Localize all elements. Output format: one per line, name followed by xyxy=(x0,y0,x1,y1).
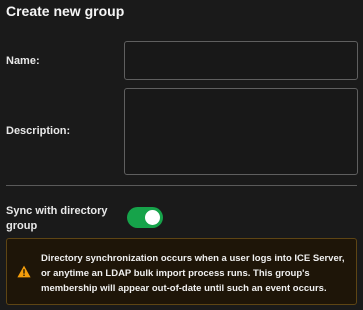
description-label: Description: xyxy=(6,125,71,137)
page-title: Create new group xyxy=(6,3,125,19)
warning-alert: Directory synchronization occurs when a … xyxy=(6,238,357,305)
divider xyxy=(6,185,357,186)
sync-directory-label: Sync with directory group xyxy=(6,205,108,232)
toggle-knob xyxy=(145,210,160,225)
name-label: Name: xyxy=(6,55,40,67)
description-input[interactable] xyxy=(124,88,358,175)
name-input[interactable] xyxy=(124,41,358,80)
warning-icon xyxy=(17,265,31,278)
alert-message: Directory synchronization occurs when a … xyxy=(41,253,345,294)
sync-directory-toggle[interactable] xyxy=(127,207,163,228)
